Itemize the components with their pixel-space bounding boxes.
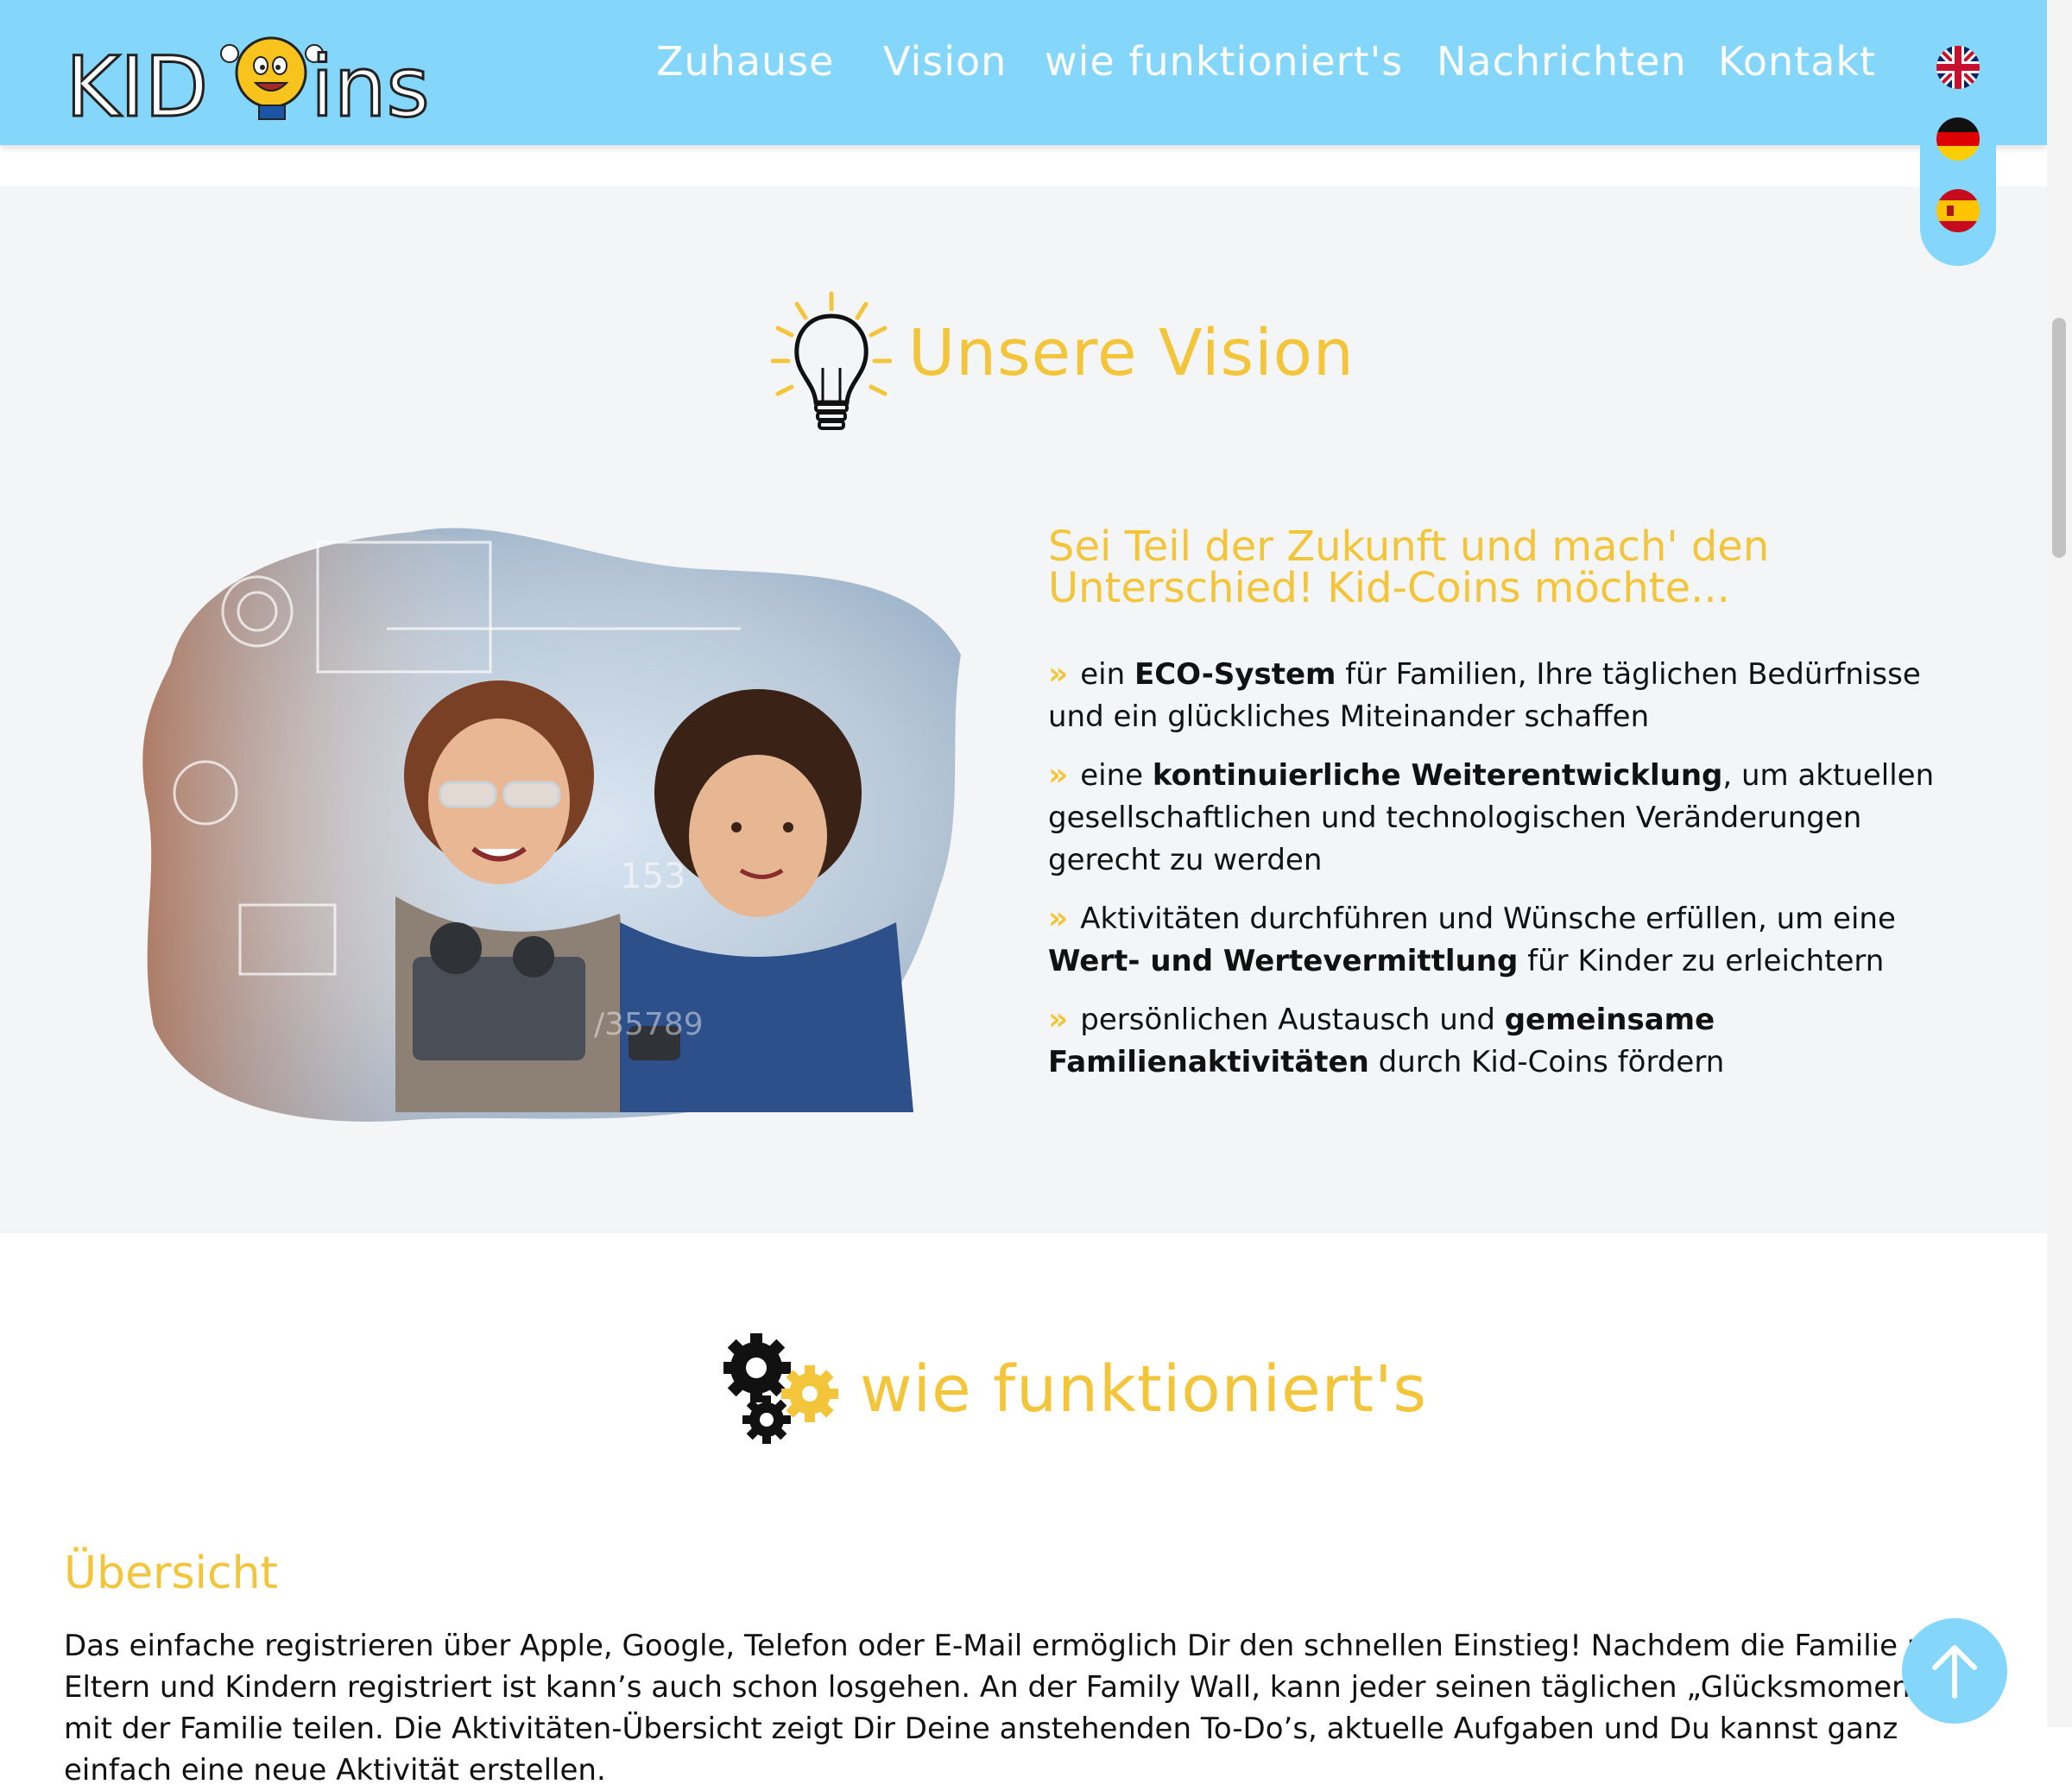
overview-heading: Übersicht [64, 1547, 278, 1599]
vision-subtitle: Sei Teil der Zukunft und mach' den Unter… [1048, 522, 1770, 612]
nav-zuhause[interactable]: Zuhause [656, 38, 834, 85]
nav-vision[interactable]: Vision [883, 38, 1007, 85]
lightbulb-icon [771, 291, 892, 430]
svg-text:/35789: /35789 [594, 1007, 704, 1042]
nav-wie-funktionierts[interactable]: wie funktioniert's [1045, 38, 1403, 85]
list-item: » eine kontinuierliche Weiterentwicklung,… [1048, 757, 1935, 877]
spain-flag-icon[interactable] [1936, 189, 1980, 232]
scrollbar-thumb[interactable] [2052, 318, 2066, 558]
vision-title: Unsere Vision [908, 316, 1355, 390]
coin-mascot-icon [220, 36, 324, 120]
arrow-up-icon [1932, 1645, 1977, 1699]
bullet-chevron-icon: » [1048, 901, 1069, 936]
list-item: » ein ECO-System für Familien, Ihre tägli… [1048, 656, 1921, 734]
bullet-chevron-icon: » [1048, 1002, 1069, 1037]
gears-icon [723, 1333, 838, 1444]
children-robotics-photo: 153 /35789 [142, 528, 961, 1122]
nav-nachrichten[interactable]: Nachrichten [1437, 38, 1687, 85]
overview-text: Das einfache registrieren über Apple, Go… [64, 1629, 1955, 1788]
list-item: » persönlichen Austausch und gemeinsame F… [1048, 1002, 1725, 1079]
kid-coins-logo[interactable]: KID ins [64, 19, 463, 128]
language-switcher [1920, 40, 1996, 266]
germany-flag-icon[interactable] [1936, 117, 1980, 161]
logo-text-ins: ins [311, 39, 430, 128]
back-to-top-button[interactable] [1902, 1618, 2007, 1724]
how-it-works-title: wie funktioniert's [860, 1352, 1428, 1427]
nav-kontakt[interactable]: Kontakt [1718, 38, 1876, 85]
vision-goals-list: » ein ECO-System für Familien, Ihre tägli… [1048, 653, 1980, 1099]
page-scrollbar[interactable] [2047, 0, 2072, 1727]
vision-section: Unsere Vision 153 /35789 Sei Teil der Zu… [0, 187, 2047, 1233]
bullet-chevron-icon: » [1048, 757, 1069, 793]
list-item: » Aktivitäten durchführen und Wünsche erf… [1048, 901, 1896, 978]
uk-flag-icon[interactable] [1936, 46, 1980, 89]
site-header: KID ins Zuhause Vision wie funktioniert'… [0, 0, 2047, 145]
svg-text:153: 153 [620, 857, 685, 896]
logo-text-kid: KID [66, 39, 208, 128]
bullet-chevron-icon: » [1048, 656, 1069, 692]
